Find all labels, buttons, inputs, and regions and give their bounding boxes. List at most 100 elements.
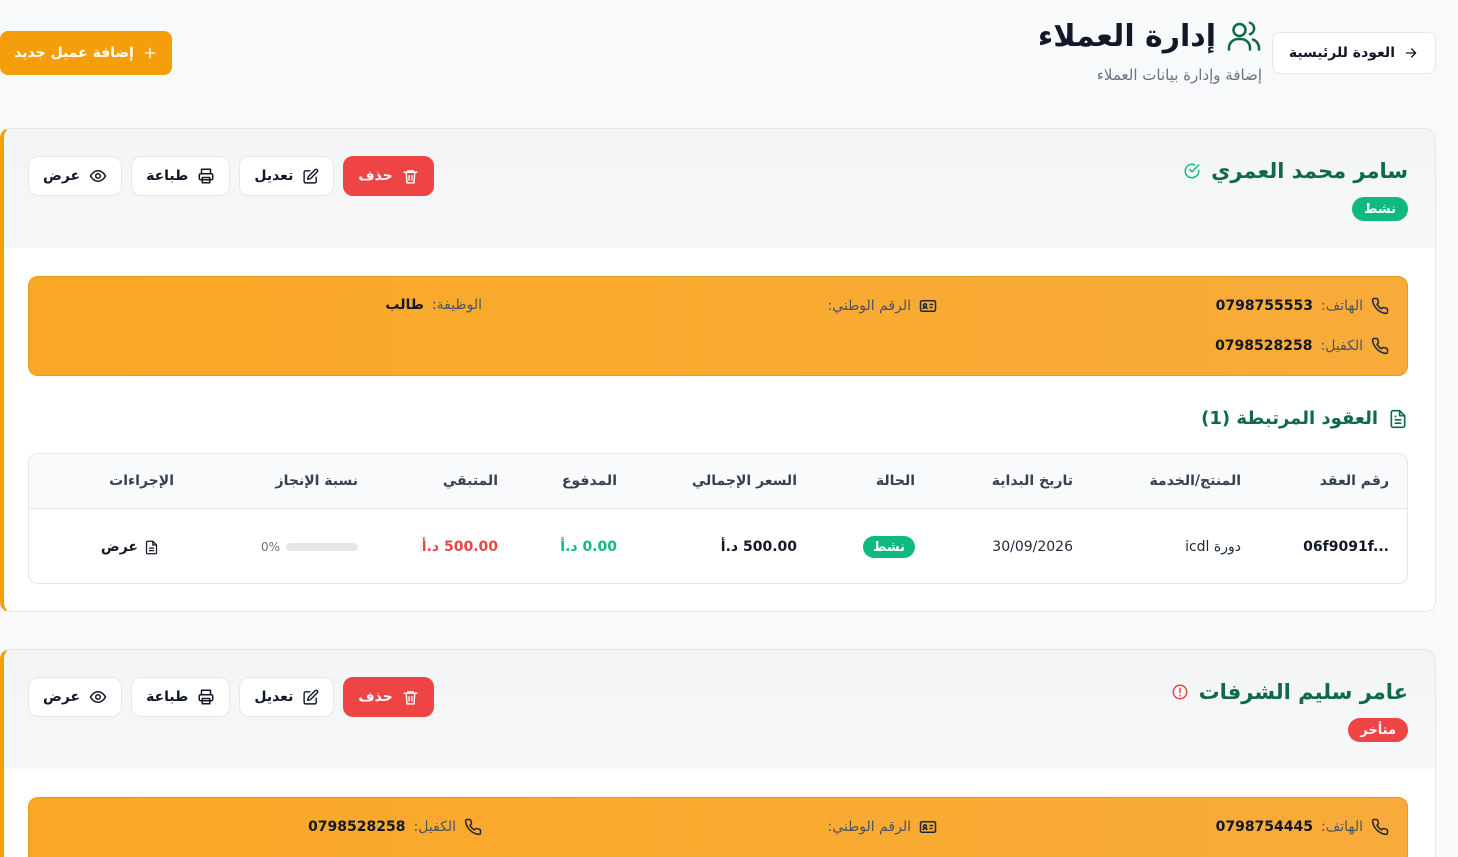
back-to-home-label: العودة للرئيسية — [1288, 45, 1395, 61]
phone-icon — [1371, 297, 1389, 315]
col-product: المنتج/الخدمة — [1149, 473, 1241, 489]
back-to-home-button[interactable]: العودة للرئيسية — [1271, 32, 1436, 74]
trash-icon — [402, 689, 419, 706]
client-info-box: الهاتف: 0798755553 الرقم الوطني: الوظيفة… — [28, 276, 1408, 376]
client-card: سامر محمد العمري نشط عرض طباعة تعديل حذف — [0, 128, 1436, 612]
row-view-label: عرض — [100, 539, 138, 555]
printer-icon — [197, 688, 215, 706]
col-progress: نسبة الإنجاز — [275, 473, 358, 489]
id-card-icon — [919, 297, 937, 315]
alert-circle-icon — [1171, 683, 1189, 701]
col-start-date: تاريخ البداية — [991, 473, 1073, 489]
document-icon — [144, 540, 159, 555]
page-header: العودة للرئيسية إدارة العملاء إضافة وإدا… — [0, 18, 1436, 110]
edit-icon — [302, 689, 319, 706]
guarantor-value: 0798528258 — [1215, 338, 1313, 354]
delete-label: حذف — [358, 689, 393, 705]
client-info-box: الهاتف: 0798754445 الرقم الوطني: الكفيل:… — [28, 797, 1408, 857]
progress-bar — [286, 543, 358, 551]
paid-amount: 0.00 د.أ — [560, 539, 617, 555]
arrow-right-icon — [1403, 45, 1419, 61]
trash-icon — [402, 168, 419, 185]
eye-icon — [89, 167, 107, 185]
delete-button[interactable]: حذف — [343, 677, 434, 717]
page-subtitle: إضافة وإدارة بيانات العملاء — [1096, 66, 1262, 84]
view-button[interactable]: عرض — [28, 156, 123, 196]
job-field: الوظيفة: طالب — [385, 297, 482, 313]
client-actions: عرض طباعة تعديل حذف — [28, 677, 434, 717]
start-date: 30/09/2026 — [992, 539, 1073, 555]
phone-label: الهاتف: — [1321, 819, 1363, 835]
client-name[interactable]: عامر سليم الشرفات — [1199, 680, 1408, 704]
client-card-header: سامر محمد العمري نشط عرض طباعة تعديل حذف — [4, 129, 1435, 248]
phone-icon — [1371, 337, 1389, 355]
contracts-table: رقم العقد المنتج/الخدمة تاريخ البداية ال… — [28, 453, 1408, 584]
edit-label: تعديل — [254, 689, 294, 705]
printer-icon — [197, 167, 215, 185]
guarantor-label: الكفيل: — [1320, 338, 1363, 354]
national-id-field: الرقم الوطني: — [820, 818, 937, 836]
print-label: طباعة — [146, 168, 189, 184]
status-badge: نشط — [1351, 197, 1408, 221]
edit-button[interactable]: تعديل — [239, 156, 335, 196]
phone-value: 0798755553 — [1215, 298, 1314, 314]
page-title: إدارة العملاء — [1037, 18, 1216, 54]
product-name: دورة icdl — [1185, 539, 1241, 555]
contract-number: 06f9091f... — [1303, 539, 1389, 555]
id-card-icon — [919, 818, 937, 836]
check-circle-icon — [1183, 162, 1201, 180]
guarantor-label: الكفيل: — [413, 819, 456, 835]
edit-icon — [302, 168, 319, 185]
print-label: طباعة — [146, 689, 189, 705]
guarantor-field: الكفيل: 0798528258 — [1215, 337, 1389, 355]
contracts-section-title: العقود المرتبطة (1) — [1201, 408, 1408, 429]
table-row: 06f9091f... دورة icdl 30/09/2026 نشط 500… — [29, 509, 1407, 583]
phone-field: الهاتف: 0798755553 — [1216, 297, 1389, 315]
view-button[interactable]: عرض — [28, 677, 123, 717]
users-icon — [1226, 18, 1262, 54]
phone-icon — [464, 818, 482, 836]
add-client-label: إضافة عميل جديد — [14, 45, 134, 61]
col-status: الحالة — [875, 473, 915, 489]
remaining-amount: 500.00 د.أ — [421, 539, 498, 555]
status-badge: متأخر — [1348, 718, 1408, 742]
row-view-button[interactable]: عرض — [101, 539, 159, 555]
client-card: عامر سليم الشرفات متأخر عرض طباعة تعديل … — [0, 649, 1436, 857]
col-actions: الإجراءات — [109, 473, 174, 489]
client-card-header: عامر سليم الشرفات متأخر عرض طباعة تعديل … — [4, 650, 1435, 769]
progress-cell: 0% — [261, 540, 358, 554]
col-contract-no: رقم العقد — [1319, 473, 1389, 489]
col-total: السعر الإجمالي — [691, 473, 797, 489]
print-button[interactable]: طباعة — [131, 156, 231, 196]
guarantor-field: الكفيل: 0798528258 — [308, 818, 482, 836]
delete-label: حذف — [358, 168, 393, 184]
contracts-title-label: العقود المرتبطة (1) — [1201, 408, 1378, 429]
title-block: إدارة العملاء إضافة وإدارة بيانات العملا… — [1037, 18, 1262, 85]
national-id-field: الرقم الوطني: — [820, 297, 937, 315]
national-id-label: الرقم الوطني: — [827, 298, 911, 314]
eye-icon — [89, 688, 107, 706]
phone-label: الهاتف: — [1321, 298, 1363, 314]
table-header: رقم العقد المنتج/الخدمة تاريخ البداية ال… — [29, 454, 1407, 509]
progress-percent: 0% — [260, 540, 280, 554]
phone-icon — [1371, 818, 1389, 836]
contract-status-badge: نشط — [862, 536, 915, 558]
add-client-button[interactable]: إضافة عميل جديد — [0, 31, 172, 75]
phone-value: 0798754445 — [1215, 819, 1314, 835]
edit-label: تعديل — [254, 168, 294, 184]
edit-button[interactable]: تعديل — [239, 677, 335, 717]
job-value: طالب — [385, 297, 424, 313]
document-icon — [1388, 409, 1408, 429]
print-button[interactable]: طباعة — [131, 677, 231, 717]
client-actions: عرض طباعة تعديل حذف — [28, 156, 434, 196]
total-price: 500.00 د.أ — [720, 539, 797, 555]
view-label: عرض — [43, 689, 81, 705]
client-name[interactable]: سامر محمد العمري — [1211, 159, 1408, 183]
guarantor-value: 0798528258 — [308, 819, 406, 835]
job-label: الوظيفة: — [431, 297, 482, 313]
delete-button[interactable]: حذف — [343, 156, 434, 196]
plus-icon — [142, 45, 158, 61]
col-paid: المدفوع — [561, 473, 617, 489]
contract-status-cell: نشط — [862, 536, 915, 558]
col-remaining: المتبقي — [442, 473, 498, 489]
